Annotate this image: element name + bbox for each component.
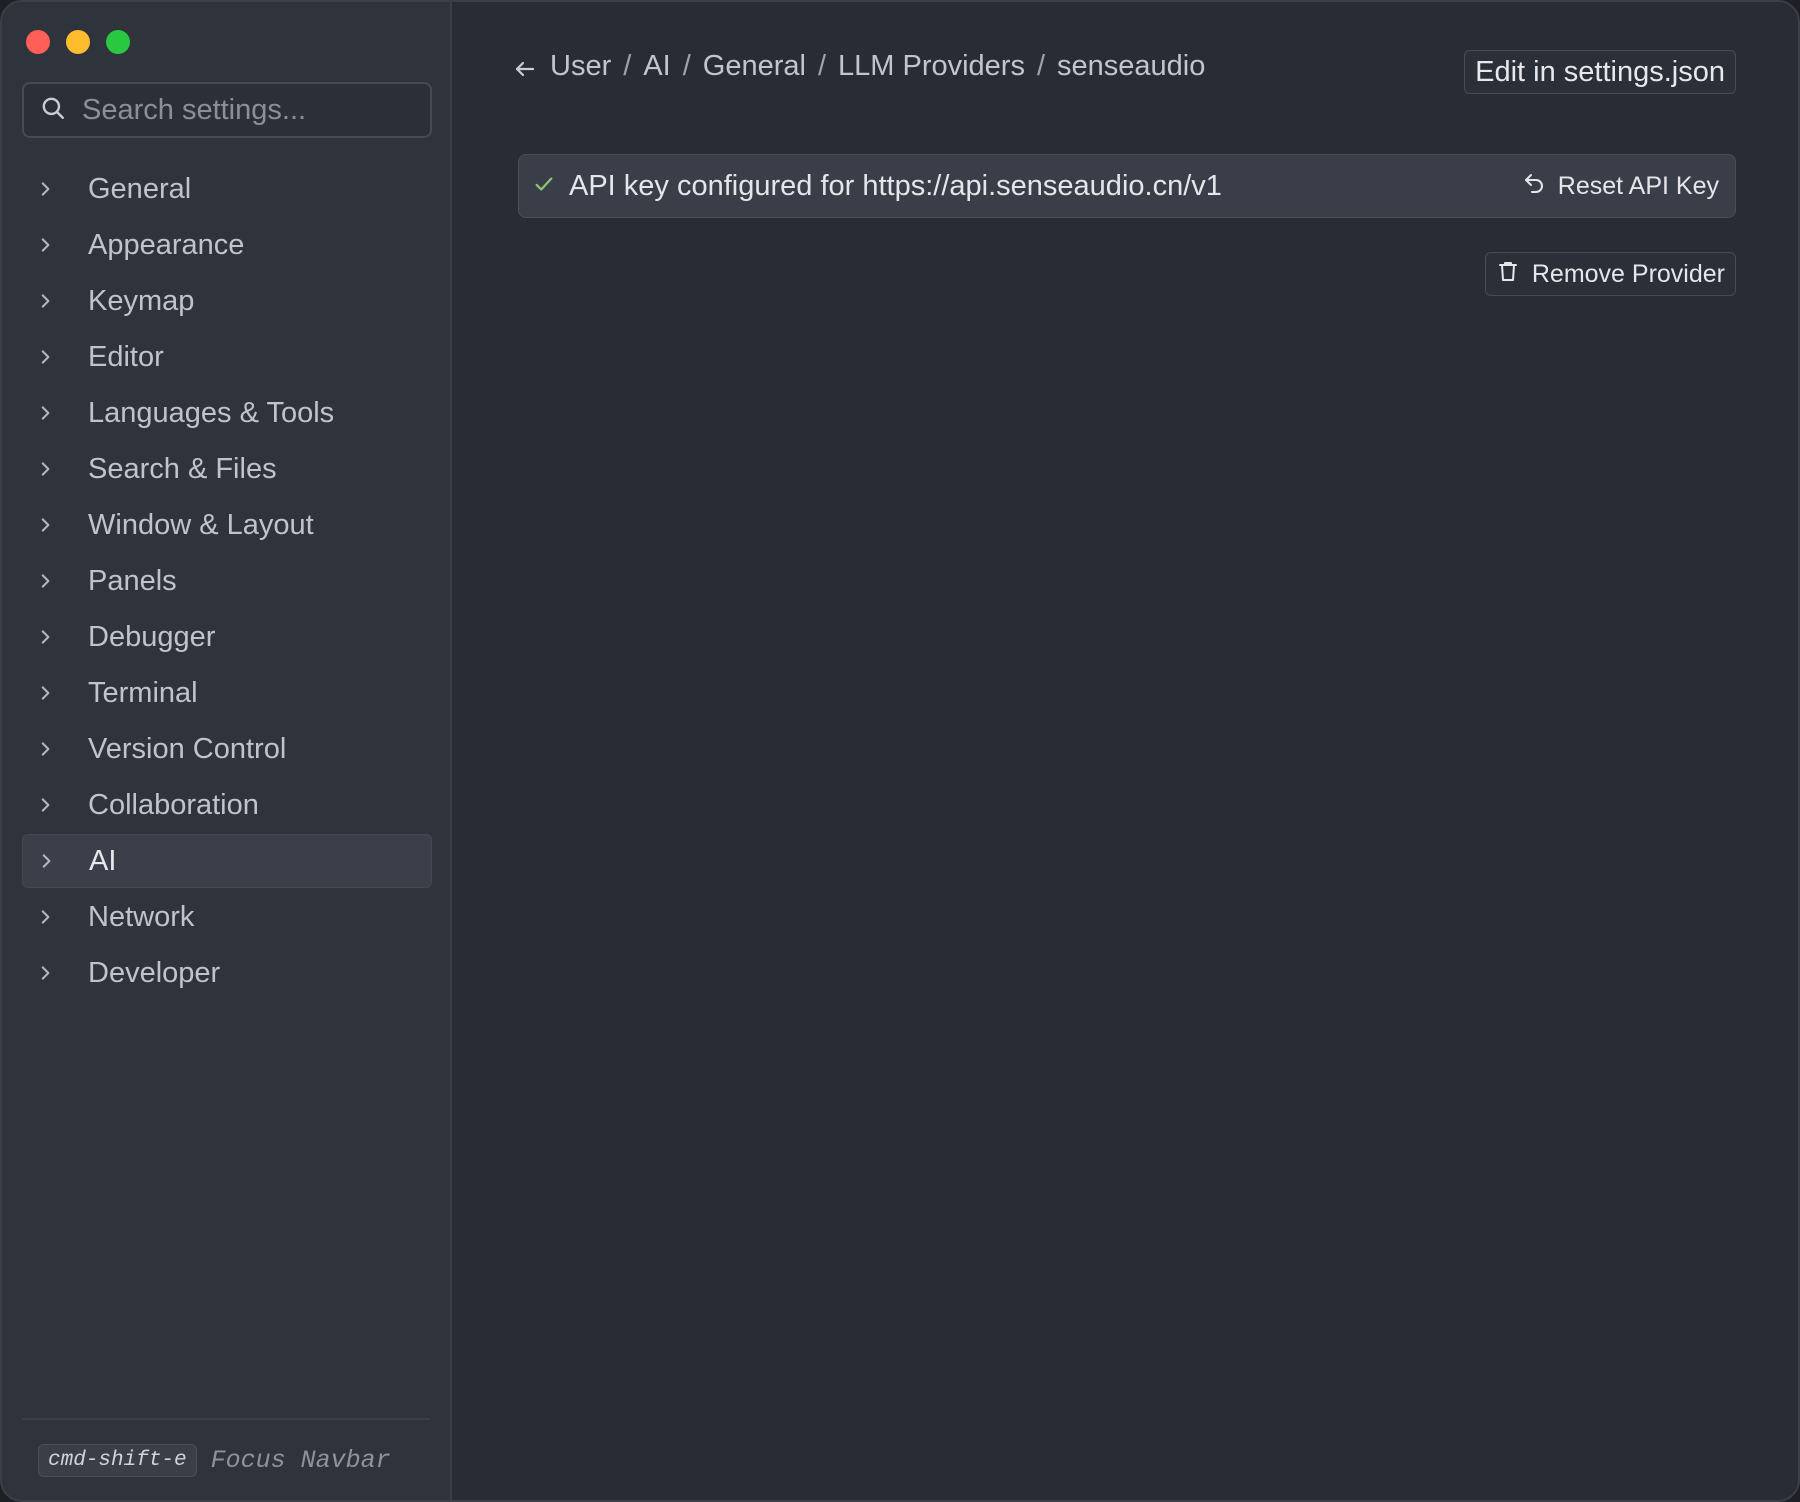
chevron-right-icon[interactable] (23, 852, 89, 870)
sidebar-item-label: Keymap (88, 284, 195, 317)
sidebar-footer: cmd-shift-e Focus Navbar (22, 1418, 430, 1500)
search-box[interactable] (22, 82, 432, 138)
chevron-right-icon[interactable] (22, 908, 88, 926)
sidebar: General Appearance Keymap Editor Languag… (2, 2, 452, 1500)
chevron-right-icon[interactable] (22, 628, 88, 646)
reset-api-key-button[interactable]: Reset API Key (1522, 155, 1719, 217)
chevron-right-icon[interactable] (22, 516, 88, 534)
breadcrumb-separator: / (623, 50, 632, 82)
remove-provider-label: Remove Provider (1531, 259, 1725, 288)
breadcrumb-user[interactable]: User (550, 50, 611, 83)
chevron-right-icon[interactable] (22, 180, 88, 198)
sidebar-item-label: Network (88, 900, 195, 933)
remove-provider-button[interactable]: Remove Provider (1484, 252, 1736, 296)
sidebar-item-label: Version Control (88, 732, 287, 765)
window-controls (26, 30, 130, 54)
chevron-right-icon[interactable] (22, 236, 88, 254)
sidebar-item-label: Editor (88, 340, 164, 373)
chevron-right-icon[interactable] (22, 572, 88, 590)
search-input[interactable] (80, 92, 400, 128)
keyboard-shortcut-badge: cmd-shift-e (38, 1443, 197, 1477)
trash-icon (1496, 259, 1532, 290)
chevron-right-icon[interactable] (22, 964, 88, 982)
chevron-right-icon[interactable] (22, 292, 88, 310)
sidebar-item-window-layout[interactable]: Window & Layout (22, 498, 432, 552)
breadcrumb-general[interactable]: General (703, 50, 806, 83)
sidebar-item-appearance[interactable]: Appearance (22, 218, 432, 272)
api-key-status-message: API key configured for https://api.sense… (569, 169, 1222, 202)
sidebar-item-developer[interactable]: Developer (22, 946, 432, 1000)
reset-api-key-label: Reset API Key (1557, 171, 1719, 200)
sidebar-item-editor[interactable]: Editor (22, 330, 432, 384)
minimize-window-button[interactable] (66, 30, 90, 54)
sidebar-item-label: Window & Layout (88, 508, 314, 541)
chevron-right-icon[interactable] (22, 460, 88, 478)
sidebar-item-terminal[interactable]: Terminal (22, 666, 432, 720)
edit-in-settings-json-button[interactable]: Edit in settings.json (1464, 50, 1736, 94)
back-button[interactable] (510, 56, 540, 86)
sidebar-item-panels[interactable]: Panels (22, 554, 432, 608)
breadcrumb-separator: / (682, 50, 691, 82)
sidebar-item-label: Panels (88, 564, 177, 597)
sidebar-item-label: AI (89, 844, 117, 877)
check-icon (533, 173, 555, 200)
sidebar-item-search-files[interactable]: Search & Files (22, 442, 432, 496)
sidebar-item-label: Debugger (88, 620, 216, 653)
settings-nav: General Appearance Keymap Editor Languag… (22, 162, 432, 1002)
sidebar-item-network[interactable]: Network (22, 890, 432, 944)
chevron-right-icon[interactable] (22, 740, 88, 758)
sidebar-item-label: Search & Files (88, 452, 277, 485)
search-icon (40, 95, 66, 126)
focus-navbar-hint: Focus Navbar (210, 1445, 391, 1475)
arrow-left-icon (513, 57, 537, 86)
breadcrumb-separator: / (1036, 50, 1046, 82)
sidebar-item-label: Collaboration (88, 788, 259, 821)
chevron-right-icon[interactable] (22, 796, 88, 814)
chevron-right-icon[interactable] (22, 684, 88, 702)
sidebar-item-keymap[interactable]: Keymap (22, 274, 432, 328)
sidebar-item-label: Developer (88, 956, 221, 989)
api-key-status-banner: API key configured for https://api.sense… (518, 154, 1736, 218)
close-window-button[interactable] (26, 30, 50, 54)
breadcrumb-llm-providers[interactable]: LLM Providers (838, 50, 1025, 83)
main-panel: User / AI / General / LLM Providers / se… (454, 2, 1798, 1500)
settings-window: General Appearance Keymap Editor Languag… (0, 0, 1800, 1502)
sidebar-item-label: General (88, 172, 192, 205)
breadcrumb: User / AI / General / LLM Providers / se… (550, 50, 1205, 83)
sidebar-item-label: Appearance (88, 228, 245, 261)
maximize-window-button[interactable] (106, 30, 130, 54)
edit-json-label: Edit in settings.json (1475, 55, 1725, 88)
breadcrumb-separator: / (817, 50, 826, 82)
sidebar-item-general[interactable]: General (22, 162, 432, 216)
breadcrumb-ai[interactable]: AI (643, 50, 670, 83)
chevron-right-icon[interactable] (22, 348, 88, 366)
breadcrumb-senseaudio: senseaudio (1057, 50, 1206, 82)
sidebar-item-languages-tools[interactable]: Languages & Tools (22, 386, 432, 440)
chevron-right-icon[interactable] (22, 404, 88, 422)
sidebar-item-ai[interactable]: AI (22, 834, 432, 888)
sidebar-item-label: Terminal (88, 676, 198, 709)
undo-icon (1522, 171, 1558, 202)
sidebar-item-debugger[interactable]: Debugger (22, 610, 432, 664)
sidebar-item-version-control[interactable]: Version Control (22, 722, 432, 776)
sidebar-item-collaboration[interactable]: Collaboration (22, 778, 432, 832)
sidebar-item-label: Languages & Tools (88, 396, 335, 429)
